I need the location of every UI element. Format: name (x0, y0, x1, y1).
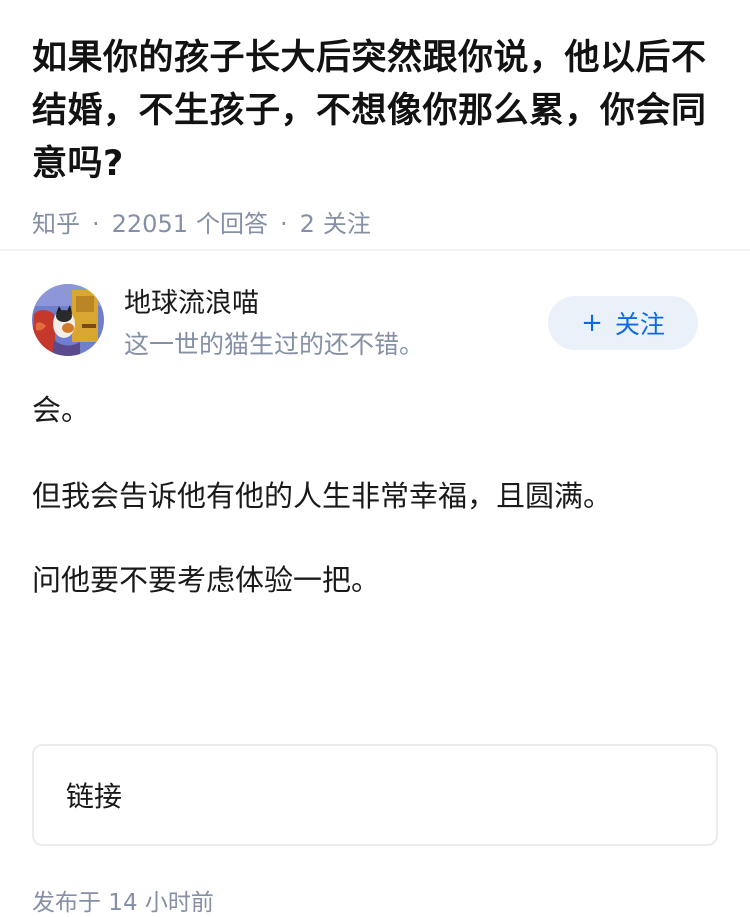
avatar[interactable] (32, 284, 104, 356)
answer-paragraph: 但我会告诉他有他的人生非常幸福，且圆满。 (32, 479, 613, 513)
answer-paragraph: 会。 (32, 393, 91, 427)
author-name[interactable]: 地球流浪喵 (124, 286, 259, 322)
follow-button-label: 关注 (614, 310, 665, 339)
answer-card: 地球流浪喵 这一世的猫生过的还不错。 + 关注 会。 但我会告诉他有他的人生非常… (32, 284, 718, 916)
question-meta: 知乎 · 22051 个回答 · 2 关注 (32, 209, 718, 239)
meta-separator: · (92, 210, 100, 238)
author-row: 地球流浪喵 这一世的猫生过的还不错。 + 关注 (32, 284, 718, 364)
link-card[interactable]: 链接 (32, 744, 718, 846)
answers-count: 22051 (111, 210, 188, 238)
answers-label[interactable]: 个回答 (196, 209, 268, 239)
answer-paragraph: 问他要不要考虑体验一把。 (32, 563, 381, 597)
link-card-label: 链接 (66, 780, 123, 813)
source-label[interactable]: 知乎 (32, 209, 80, 239)
follows-label[interactable]: 关注 (323, 209, 371, 239)
meta-separator: · (280, 210, 288, 238)
avatar-cat-painting-icon (32, 284, 104, 356)
author-bio: 这一世的猫生过的还不错。 (124, 330, 425, 359)
published-time: 发布于 14 小时前 (32, 890, 214, 916)
follows-count: 2 (299, 210, 315, 238)
question-header: 如果你的孩子长大后突然跟你说，他以后不结婚，不生孩子，不想像你那么累，你会同意吗… (0, 0, 750, 239)
follow-button[interactable]: + 关注 (548, 296, 698, 350)
section-divider (0, 249, 750, 251)
plus-icon: + (581, 308, 603, 338)
question-title[interactable]: 如果你的孩子长大后突然跟你说，他以后不结婚，不生孩子，不想像你那么累，你会同意吗… (32, 32, 718, 191)
